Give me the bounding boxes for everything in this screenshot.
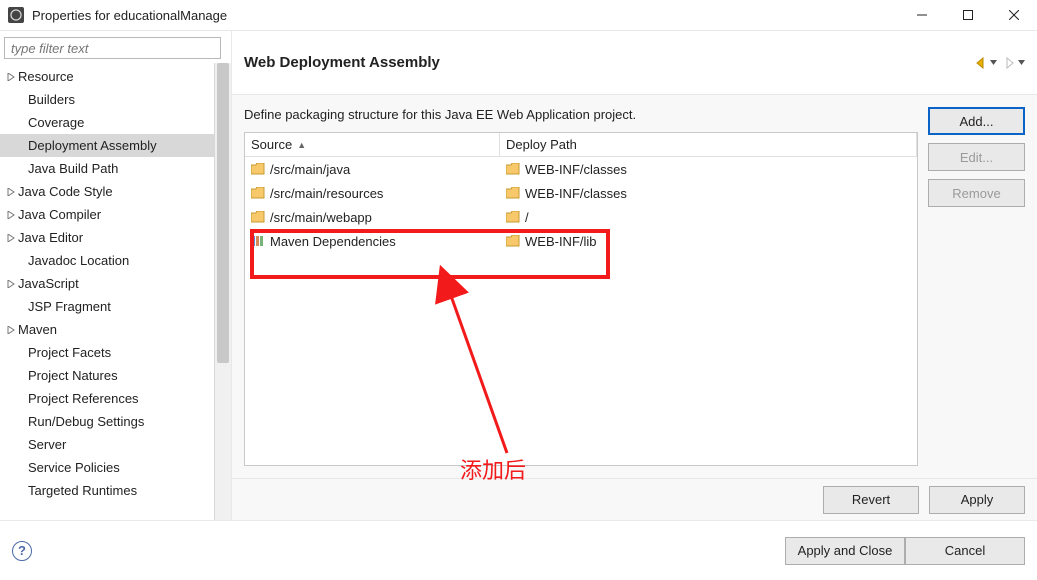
filter-input[interactable] — [4, 37, 221, 59]
tree-item-label: Server — [18, 437, 66, 452]
tree-item[interactable]: Java Code Style — [0, 180, 231, 203]
tree-item-label: Project References — [18, 391, 139, 406]
history-forward-button[interactable] — [1003, 57, 1025, 69]
folder-icon — [251, 187, 265, 199]
tree-item-label: Run/Debug Settings — [18, 414, 144, 429]
tree-item[interactable]: Run/Debug Settings — [0, 410, 231, 433]
table-row[interactable]: /src/main/java WEB-INF/classes — [245, 157, 917, 181]
tree-item-label: Java Compiler — [18, 207, 101, 222]
panel-description: Define packaging structure for this Java… — [244, 107, 918, 122]
side-button-column: Add... Edit... Remove — [928, 107, 1025, 466]
preferences-tree[interactable]: Resource Builders Coverage Deployment Assem… — [0, 63, 231, 502]
eclipse-icon — [8, 7, 24, 23]
column-source[interactable]: Source ▲ — [245, 133, 500, 156]
chevron-right-icon[interactable] — [4, 234, 18, 242]
chevron-right-icon[interactable] — [4, 326, 18, 334]
tree-item-label: Builders — [18, 92, 75, 107]
window-title: Properties for educationalManage — [32, 8, 899, 23]
scrollbar-thumb[interactable] — [217, 63, 229, 363]
tree-item[interactable]: Java Build Path — [0, 157, 231, 180]
library-icon — [251, 235, 265, 247]
chevron-right-icon[interactable] — [4, 188, 18, 196]
tree-item-label: Resource — [18, 69, 74, 84]
tree-item[interactable]: Coverage — [0, 111, 231, 134]
tree-item-label: JavaScript — [18, 276, 79, 291]
tree-item[interactable]: Builders — [0, 88, 231, 111]
tree-item[interactable]: JavaScript — [0, 272, 231, 295]
tree-item-label: Java Editor — [18, 230, 83, 245]
sidebar: Resource Builders Coverage Deployment Assem… — [0, 31, 232, 520]
tree-item-label: Java Build Path — [18, 161, 118, 176]
tree-item-label: Coverage — [18, 115, 84, 130]
main-panel: Web Deployment Assembly Define packaging… — [232, 31, 1037, 520]
filter-container — [4, 37, 221, 59]
folder-icon — [251, 163, 265, 175]
help-icon[interactable]: ? — [12, 541, 32, 561]
sort-asc-icon: ▲ — [297, 140, 306, 150]
cell-source: /src/main/java — [270, 162, 350, 177]
tree-item[interactable]: Project Natures — [0, 364, 231, 387]
tree-item-label: Service Policies — [18, 460, 120, 475]
cell-source: Maven Dependencies — [270, 234, 396, 249]
history-back-button[interactable] — [975, 57, 997, 69]
tree-item[interactable]: Service Policies — [0, 456, 231, 479]
minimize-button[interactable] — [899, 0, 945, 30]
tree-item-label: Java Code Style — [18, 184, 113, 199]
add-button[interactable]: Add... — [928, 107, 1025, 135]
folder-icon — [506, 211, 520, 223]
apply-button[interactable]: Apply — [929, 486, 1025, 514]
tree-item[interactable]: Project References — [0, 387, 231, 410]
revert-button[interactable]: Revert — [823, 486, 919, 514]
sidebar-scrollbar[interactable] — [214, 63, 231, 520]
folder-icon — [251, 211, 265, 223]
table-row[interactable]: /src/main/webapp / — [245, 205, 917, 229]
tree-item[interactable]: Javadoc Location — [0, 249, 231, 272]
remove-button[interactable]: Remove — [928, 179, 1025, 207]
chevron-right-icon[interactable] — [4, 211, 18, 219]
cancel-button[interactable]: Cancel — [905, 537, 1025, 565]
tree-item-label: Project Facets — [18, 345, 111, 360]
panel-heading: Web Deployment Assembly — [244, 54, 975, 71]
chevron-right-icon[interactable] — [4, 280, 18, 288]
tree-item[interactable]: Maven — [0, 318, 231, 341]
tree-item[interactable]: Project Facets — [0, 341, 231, 364]
table-row[interactable]: Maven Dependencies WEB-INF/lib — [245, 229, 917, 253]
cell-deploy-path: WEB-INF/classes — [525, 162, 627, 177]
table-header: Source ▲ Deploy Path — [245, 133, 917, 157]
tree-item[interactable]: Deployment Assembly — [0, 134, 231, 157]
folder-icon — [506, 235, 520, 247]
cell-deploy-path: WEB-INF/classes — [525, 186, 627, 201]
tree-item-label: JSP Fragment — [18, 299, 111, 314]
panel-footer: Revert Apply — [232, 478, 1037, 520]
tree-item[interactable]: Java Compiler — [0, 203, 231, 226]
tree-item[interactable]: Server — [0, 433, 231, 456]
table-row[interactable]: /src/main/resources WEB-INF/classes — [245, 181, 917, 205]
tree-item[interactable]: Targeted Runtimes — [0, 479, 231, 502]
folder-icon — [506, 187, 520, 199]
tree-item[interactable]: Resource — [0, 65, 231, 88]
tree-item-label: Targeted Runtimes — [18, 483, 137, 498]
edit-button[interactable]: Edit... — [928, 143, 1025, 171]
folder-icon — [506, 163, 520, 175]
tree-item-label: Javadoc Location — [18, 253, 129, 268]
cell-deploy-path: WEB-INF/lib — [525, 234, 597, 249]
tree-item[interactable]: JSP Fragment — [0, 295, 231, 318]
apply-and-close-button[interactable]: Apply and Close — [785, 537, 905, 565]
tree-item[interactable]: Java Editor — [0, 226, 231, 249]
bottom-bar: ? Apply and Close Cancel — [0, 520, 1037, 580]
maximize-button[interactable] — [945, 0, 991, 30]
tree-item-label: Deployment Assembly — [18, 138, 157, 153]
cell-deploy-path: / — [525, 210, 529, 225]
panel-header: Web Deployment Assembly — [232, 31, 1037, 95]
cell-source: /src/main/webapp — [270, 210, 372, 225]
cell-source: /src/main/resources — [270, 186, 383, 201]
tree-item-label: Maven — [18, 322, 57, 337]
titlebar: Properties for educationalManage — [0, 0, 1037, 30]
close-button[interactable] — [991, 0, 1037, 30]
assembly-table[interactable]: Source ▲ Deploy Path /src/main/java WEB-I… — [244, 132, 918, 466]
chevron-right-icon[interactable] — [4, 73, 18, 81]
column-deploy-path[interactable]: Deploy Path — [500, 133, 917, 156]
tree-item-label: Project Natures — [18, 368, 118, 383]
